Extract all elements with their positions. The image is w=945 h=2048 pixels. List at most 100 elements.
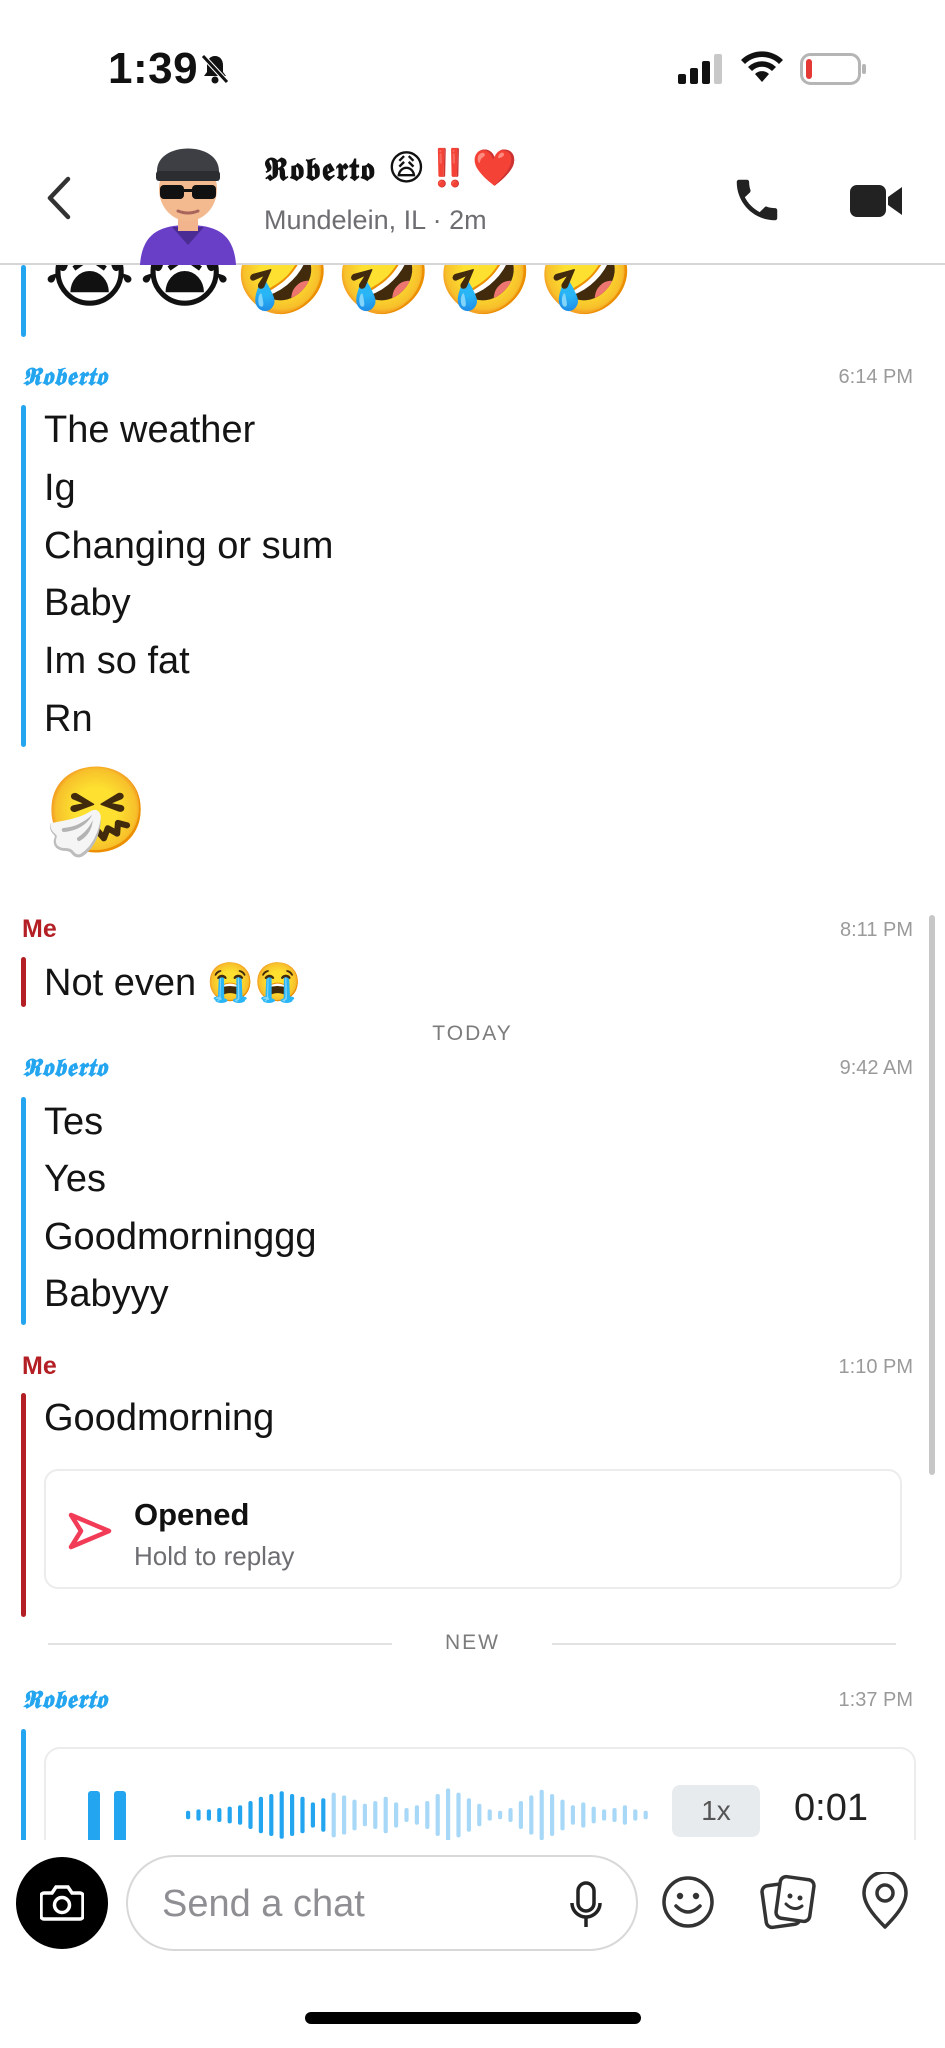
waveform-bar <box>633 1809 638 1821</box>
chat-input-field[interactable] <box>126 1855 638 1951</box>
waveform-bar <box>487 1809 492 1821</box>
waveform-bar <box>643 1810 648 1820</box>
snap-sent-arrow-icon <box>68 1512 112 1550</box>
avatar[interactable] <box>128 127 248 265</box>
message-text: Ig <box>44 467 76 509</box>
sender-label: 𝕽𝖔𝖇𝖊𝖗𝖙𝖔 <box>22 362 108 391</box>
sneezing-emoji: 🤧 <box>44 761 149 859</box>
waveform-bar <box>186 1810 191 1820</box>
waveform-bar <box>352 1799 357 1831</box>
waveform-bar <box>602 1809 607 1821</box>
waveform-bar <box>539 1789 544 1840</box>
waveform-bar <box>321 1798 326 1832</box>
voice-duration: 0:01 <box>794 1787 868 1829</box>
message-timestamp: 8:11 PM <box>840 919 913 941</box>
map-pin-icon[interactable] <box>860 1872 910 1930</box>
wifi-icon <box>741 51 783 82</box>
waveform-bar <box>269 1794 274 1836</box>
message-bar <box>21 405 26 747</box>
message-text: Yes <box>44 1158 106 1200</box>
cellular-signal-icon <box>678 54 722 84</box>
waveform-bar <box>362 1803 367 1827</box>
waveform-bar <box>622 1805 627 1825</box>
voice-note-card[interactable]: 1x 0:01 <box>44 1747 916 1840</box>
sender-label: 𝕽𝖔𝖇𝖊𝖗𝖙𝖔 <box>22 1053 108 1082</box>
message-text: Rn <box>44 698 93 740</box>
smiley-icon[interactable] <box>660 1874 716 1930</box>
pause-icon[interactable] <box>86 1789 130 1840</box>
waveform-bar <box>290 1794 295 1836</box>
video-camera-icon[interactable] <box>848 181 904 221</box>
waveform-bar <box>581 1802 586 1828</box>
waveform-icon[interactable] <box>186 1787 666 1840</box>
snap-opened-card[interactable]: Opened Hold to replay <box>44 1469 902 1589</box>
waveform-bar <box>227 1806 232 1824</box>
message-text: The weather <box>44 409 256 451</box>
contact-name-emojis: 😩‼️❤️ <box>387 148 518 189</box>
waveform-bar <box>466 1798 471 1832</box>
contact-name-text: 𝕽𝖔𝖇𝖊𝖗𝖙𝖔 <box>264 150 376 188</box>
new-divider: NEW <box>445 1631 500 1654</box>
message-bar <box>21 1729 26 1840</box>
home-indicator[interactable] <box>305 2012 641 2024</box>
sender-label: Me <box>22 915 57 943</box>
camera-button[interactable] <box>16 1857 108 1949</box>
snap-replay-hint: Hold to replay <box>134 1541 295 1571</box>
message-text: Baby <box>44 582 131 624</box>
message-timestamp: 1:10 PM <box>838 1356 913 1378</box>
date-divider: TODAY <box>432 1022 513 1045</box>
waveform-bar <box>529 1795 534 1835</box>
message-text: Not even 😭😭 <box>44 962 302 1004</box>
message-text: Im so fat <box>44 640 190 682</box>
waveform-bar <box>279 1791 284 1839</box>
waveform-bar <box>518 1801 523 1829</box>
waveform-bar <box>217 1808 222 1822</box>
chat-input-bar <box>0 1840 945 1970</box>
waveform-bar <box>414 1805 419 1825</box>
bell-slash-icon <box>201 54 229 84</box>
battery-low-icon <box>800 53 866 85</box>
playback-speed-button[interactable]: 1x <box>672 1785 760 1837</box>
scroll-indicator[interactable] <box>929 915 935 1475</box>
message-text: Tes <box>44 1101 104 1143</box>
message-bar <box>21 1393 26 1617</box>
message-bar <box>21 957 26 1007</box>
chat-header: 𝕽𝖔𝖇𝖊𝖗𝖙𝖔 😩‼️❤️ Mundelein, IL · 2m <box>0 125 945 265</box>
waveform-bar <box>206 1809 211 1821</box>
waveform-bar <box>425 1801 430 1829</box>
waveform-bar <box>238 1805 243 1825</box>
waveform-bar <box>196 1809 201 1821</box>
waveform-bar <box>342 1795 347 1835</box>
back-chevron-icon[interactable] <box>40 173 80 223</box>
sticker-icon[interactable] <box>760 1874 816 1930</box>
microphone-icon[interactable] <box>568 1881 604 1931</box>
waveform-bar <box>612 1808 617 1822</box>
snap-status: Opened <box>134 1497 250 1532</box>
waveform-bar <box>248 1801 253 1829</box>
sender-label: Me <box>22 1352 57 1380</box>
status-time: 1:39 <box>108 44 199 93</box>
waveform-bar <box>310 1802 315 1828</box>
chat-input[interactable] <box>162 1877 542 1931</box>
waveform-bar <box>477 1803 482 1827</box>
message-timestamp: 1:37 PM <box>838 1689 913 1711</box>
phone-icon[interactable] <box>730 173 784 227</box>
contact-name[interactable]: 𝕽𝖔𝖇𝖊𝖗𝖙𝖔 😩‼️❤️ <box>264 147 518 189</box>
status-bar: 1:39 <box>0 0 945 125</box>
message-bar <box>21 265 26 337</box>
emoji-row: 😭😭🤣🤣🤣🤣 <box>44 265 639 319</box>
waveform-bar <box>550 1794 555 1836</box>
waveform-bar <box>258 1796 263 1834</box>
waveform-bar <box>331 1792 336 1838</box>
chat-messages[interactable]: 😭😭🤣🤣🤣🤣 𝕽𝖔𝖇𝖊𝖗𝖙𝖔 6:14 PM The weather Ig Ch… <box>0 265 945 1840</box>
message-text: Goodmorning <box>44 1397 275 1439</box>
waveform-bar <box>435 1794 440 1836</box>
waveform-bar <box>446 1788 451 1840</box>
waveform-bar <box>498 1810 503 1820</box>
waveform-bar <box>404 1808 409 1822</box>
message-text: Goodmorninggg <box>44 1216 317 1258</box>
waveform-bar <box>300 1796 305 1834</box>
message-bar <box>21 1097 26 1325</box>
message-text: Changing or sum <box>44 525 334 567</box>
waveform-bar <box>394 1802 399 1828</box>
